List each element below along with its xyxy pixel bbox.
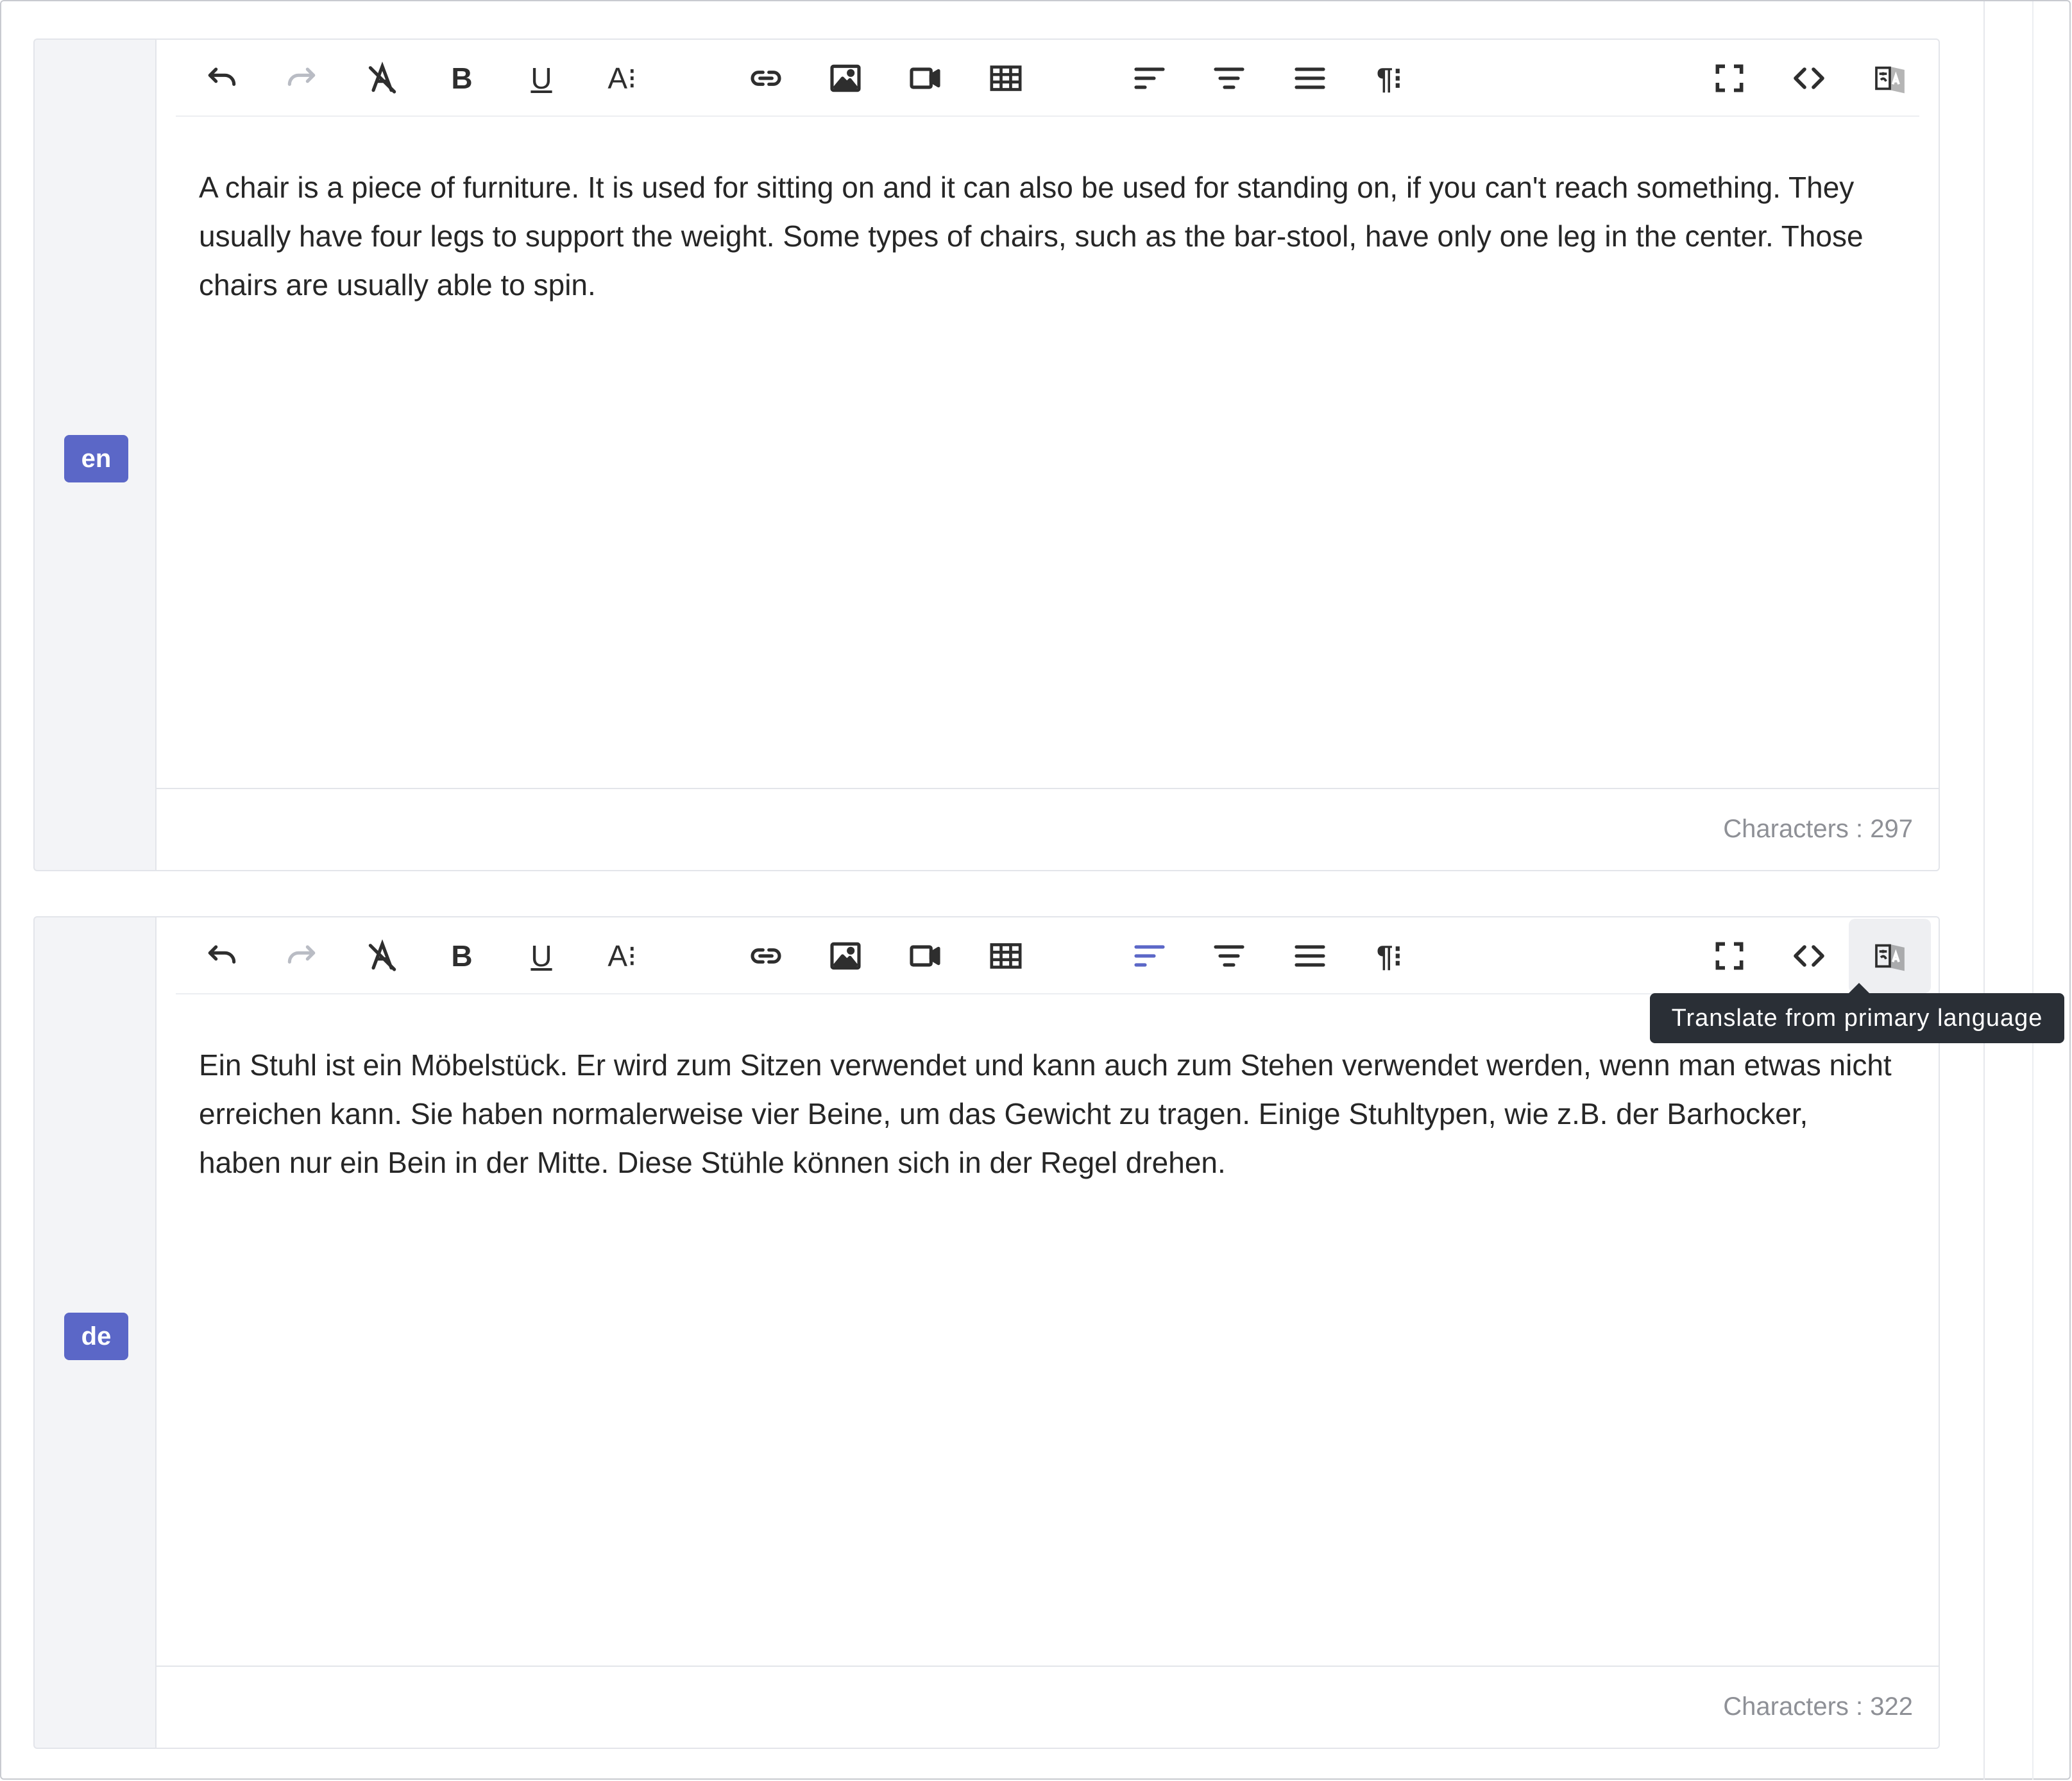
editor-content[interactable]: A chair is a piece of furniture. It is u… bbox=[199, 163, 1898, 309]
language-column: en bbox=[33, 38, 157, 871]
rich-text-editor: B U A⁝ ¶⁝ bbox=[155, 38, 1940, 871]
link-icon[interactable] bbox=[726, 917, 806, 994]
editor-toolbar: B U A⁝ ¶⁝ bbox=[157, 40, 1939, 117]
align-center-icon[interactable] bbox=[1189, 40, 1269, 117]
clear-formatting-icon[interactable] bbox=[343, 40, 422, 117]
character-count: Characters : 297 bbox=[1723, 815, 1913, 843]
code-view-icon[interactable] bbox=[1769, 40, 1849, 117]
scrollbar-track[interactable] bbox=[1983, 1, 1985, 1780]
paragraph-format-icon[interactable]: ¶⁝ bbox=[1350, 917, 1429, 994]
bold-icon[interactable]: B bbox=[422, 917, 502, 994]
translate-tooltip: Translate from primary language bbox=[1650, 993, 2064, 1043]
editor-toolbar: B U A⁝ ¶⁝ bbox=[157, 917, 1939, 994]
justify-icon[interactable] bbox=[1270, 917, 1350, 994]
underline-icon[interactable]: U bbox=[502, 40, 581, 117]
font-size-icon[interactable]: A⁝ bbox=[582, 917, 662, 994]
editor-block-en: en B U A⁝ ¶⁝ A chair is a piece of furni… bbox=[33, 38, 1940, 871]
translate-icon[interactable] bbox=[1850, 40, 1930, 117]
video-icon[interactable] bbox=[885, 40, 965, 117]
footer-divider bbox=[157, 788, 1939, 789]
undo-icon[interactable] bbox=[182, 40, 262, 117]
redo-icon[interactable] bbox=[262, 40, 341, 117]
clear-formatting-icon[interactable] bbox=[343, 917, 422, 994]
toolbar-divider bbox=[176, 115, 1919, 117]
underline-icon[interactable]: U bbox=[502, 917, 581, 994]
table-icon[interactable] bbox=[966, 917, 1046, 994]
character-count: Characters : 322 bbox=[1723, 1692, 1913, 1721]
footer-divider bbox=[157, 1666, 1939, 1667]
bold-icon[interactable]: B bbox=[422, 40, 502, 117]
video-icon[interactable] bbox=[885, 917, 965, 994]
undo-icon[interactable] bbox=[182, 917, 262, 994]
align-left-icon[interactable] bbox=[1110, 40, 1189, 117]
link-icon[interactable] bbox=[726, 40, 806, 117]
code-view-icon[interactable] bbox=[1769, 917, 1849, 994]
image-icon[interactable] bbox=[806, 40, 885, 117]
fullscreen-icon[interactable] bbox=[1690, 40, 1769, 117]
language-column: de bbox=[33, 916, 157, 1749]
redo-icon[interactable] bbox=[262, 917, 341, 994]
language-badge: en bbox=[64, 435, 128, 482]
align-left-icon[interactable] bbox=[1110, 917, 1189, 994]
editor-content[interactable]: Ein Stuhl ist ein Möbelstück. Er wird zu… bbox=[199, 1041, 1898, 1187]
fullscreen-icon[interactable] bbox=[1690, 917, 1769, 994]
tooltip-arrow bbox=[1849, 983, 1869, 993]
table-icon[interactable] bbox=[966, 40, 1046, 117]
font-size-icon[interactable]: A⁝ bbox=[582, 40, 662, 117]
image-icon[interactable] bbox=[806, 917, 885, 994]
justify-icon[interactable] bbox=[1270, 40, 1350, 117]
translate-icon[interactable] bbox=[1849, 919, 1931, 993]
scrollbar-edge bbox=[2032, 1, 2034, 1780]
language-badge: de bbox=[64, 1313, 128, 1360]
paragraph-format-icon[interactable]: ¶⁝ bbox=[1350, 40, 1429, 117]
align-center-icon[interactable] bbox=[1189, 917, 1269, 994]
